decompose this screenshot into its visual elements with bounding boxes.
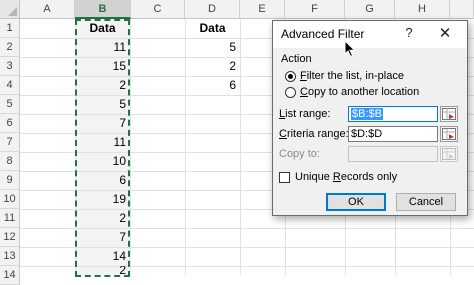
column-header-d[interactable]: D [185, 0, 240, 19]
list-range-input[interactable]: $B:$B [348, 106, 438, 122]
row-header-11[interactable]: 11 [0, 209, 20, 228]
column-header-f[interactable]: F [285, 0, 345, 19]
radio-copy-label: Copy to another location [300, 86, 420, 98]
list-range-label: List range: [279, 108, 331, 120]
radio-unselected-icon[interactable] [285, 86, 296, 98]
radio-filter-label: Filter the list, in-place [300, 70, 404, 82]
cell-d3[interactable]: 2 [185, 57, 240, 76]
action-group-label: Action [281, 53, 312, 65]
row-header-1[interactable]: 1 [0, 19, 20, 38]
column-header-e[interactable]: E [240, 0, 285, 19]
select-all-corner[interactable] [0, 0, 20, 19]
copy-to-collapse-button [440, 146, 458, 162]
row-header-7[interactable]: 7 [0, 133, 20, 152]
unique-records-checkbox[interactable] [279, 171, 290, 183]
criteria-range-collapse-button[interactable] [440, 126, 458, 142]
row-header-3[interactable]: 3 [0, 57, 20, 76]
unique-records-label: Unique Records only [295, 171, 398, 183]
criteria-range-label: Criteria range: [279, 128, 349, 140]
dialog-titlebar[interactable]: Advanced Filter ? ✕ [273, 21, 467, 48]
ok-button[interactable]: OK [326, 193, 386, 211]
row-header-5[interactable]: 5 [0, 95, 20, 114]
help-button[interactable]: ? [401, 25, 417, 43]
unique-records-checkbox-row[interactable]: Unique Records only [279, 171, 397, 183]
radio-filter-in-place[interactable]: Filter the list, in-place [285, 69, 404, 83]
row-header-2[interactable]: 2 [0, 38, 20, 57]
cancel-button[interactable]: Cancel [396, 193, 456, 211]
row-header-13[interactable]: 13 [0, 247, 20, 266]
range-collapse-icon [442, 108, 456, 120]
radio-selected-icon[interactable] [285, 70, 296, 82]
column-header-a[interactable]: A [20, 0, 75, 19]
copy-to-label: Copy to: [279, 148, 320, 160]
row-header-9[interactable]: 9 [0, 171, 20, 190]
row-header-6[interactable]: 6 [0, 114, 20, 133]
row-header-8[interactable]: 8 [0, 152, 20, 171]
row-header-4[interactable]: 4 [0, 76, 20, 95]
column-header-i[interactable] [450, 0, 474, 19]
list-range-collapse-button[interactable] [440, 106, 458, 122]
mouse-pointer-icon [344, 40, 356, 58]
range-collapse-icon [442, 128, 456, 140]
column-header-c[interactable]: C [131, 0, 185, 19]
row-header-10[interactable]: 10 [0, 190, 20, 209]
criteria-range-input[interactable]: $D:$D [348, 126, 438, 142]
advanced-filter-dialog: Advanced Filter ? ✕ Action Filter the li… [272, 20, 468, 216]
copy-to-input [348, 146, 438, 162]
dialog-title: Advanced Filter [281, 27, 365, 41]
copy-marquee-column-b [75, 19, 130, 277]
column-header-h[interactable]: H [395, 0, 450, 19]
cell-d2[interactable]: 5 [185, 38, 240, 57]
row-header-14[interactable]: 14 [0, 266, 20, 285]
row-header-12[interactable]: 12 [0, 228, 20, 247]
cell-d4[interactable]: 6 [185, 76, 240, 95]
radio-copy-to-location[interactable]: Copy to another location [285, 85, 419, 99]
range-collapse-icon [442, 148, 456, 160]
cell-d1-header[interactable]: Data [185, 19, 240, 38]
column-header-g[interactable]: G [345, 0, 395, 19]
close-button[interactable]: ✕ [433, 24, 457, 44]
column-header-b[interactable]: B [75, 0, 131, 19]
